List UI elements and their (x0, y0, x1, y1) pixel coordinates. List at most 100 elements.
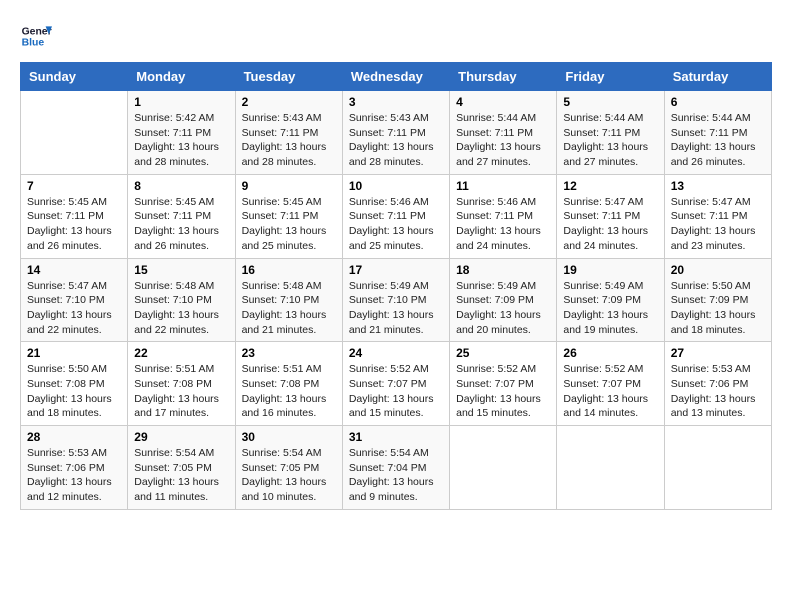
day-info: Sunrise: 5:51 AMSunset: 7:08 PMDaylight:… (134, 362, 228, 421)
day-info: Sunrise: 5:50 AMSunset: 7:09 PMDaylight:… (671, 279, 765, 338)
day-number: 31 (349, 430, 443, 444)
calendar-cell: 3Sunrise: 5:43 AMSunset: 7:11 PMDaylight… (342, 91, 449, 175)
calendar-cell: 28Sunrise: 5:53 AMSunset: 7:06 PMDayligh… (21, 426, 128, 510)
day-number: 8 (134, 179, 228, 193)
calendar-cell: 18 Sunrise: 5:49 AMSunset: 7:09 PMDayligh… (450, 258, 557, 342)
col-header-sunday: Sunday (21, 63, 128, 91)
calendar-cell: 4 Sunrise: 5:44 AMSunset: 7:11 PMDaylight… (450, 91, 557, 175)
calendar-cell: 9Sunrise: 5:45 AMSunset: 7:11 PMDaylight… (235, 174, 342, 258)
day-number: 22 (134, 346, 228, 360)
calendar-cell: 15 Sunrise: 5:48 AMSunset: 7:10 PMDayligh… (128, 258, 235, 342)
col-header-tuesday: Tuesday (235, 63, 342, 91)
calendar-cell: 17 Sunrise: 5:49 AMSunset: 7:10 PMDayligh… (342, 258, 449, 342)
day-number: 24 (349, 346, 443, 360)
day-number: 4 (456, 95, 550, 109)
calendar-cell: 21 Sunrise: 5:50 AMSunset: 7:08 PMDayligh… (21, 342, 128, 426)
calendar-cell: 16 Sunrise: 5:48 AMSunset: 7:10 PMDayligh… (235, 258, 342, 342)
calendar-cell: 10 Sunrise: 5:46 AMSunset: 7:11 PMDayligh… (342, 174, 449, 258)
calendar-cell: 22 Sunrise: 5:51 AMSunset: 7:08 PMDayligh… (128, 342, 235, 426)
day-number: 28 (27, 430, 121, 444)
calendar-cell: 29 Sunrise: 5:54 AMSunset: 7:05 PMDayligh… (128, 426, 235, 510)
col-header-saturday: Saturday (664, 63, 771, 91)
day-info: Sunrise: 5:52 AMSunset: 7:07 PMDaylight:… (456, 362, 550, 421)
calendar-cell: 8 Sunrise: 5:45 AMSunset: 7:11 PMDaylight… (128, 174, 235, 258)
day-number: 27 (671, 346, 765, 360)
day-number: 3 (349, 95, 443, 109)
day-number: 10 (349, 179, 443, 193)
day-info: Sunrise: 5:45 AMSunset: 7:11 PMDaylight:… (27, 195, 121, 254)
day-info: Sunrise: 5:54 AMSunset: 7:04 PMDaylight:… (349, 446, 443, 505)
day-number: 5 (563, 95, 657, 109)
day-info: Sunrise: 5:42 AMSunset: 7:11 PMDaylight:… (134, 111, 228, 170)
day-number: 29 (134, 430, 228, 444)
calendar-cell: 14Sunrise: 5:47 AMSunset: 7:10 PMDayligh… (21, 258, 128, 342)
calendar-cell: 31 Sunrise: 5:54 AMSunset: 7:04 PMDayligh… (342, 426, 449, 510)
calendar-cell: 12 Sunrise: 5:47 AMSunset: 7:11 PMDayligh… (557, 174, 664, 258)
col-header-thursday: Thursday (450, 63, 557, 91)
calendar-cell: 5 Sunrise: 5:44 AMSunset: 7:11 PMDaylight… (557, 91, 664, 175)
day-info: Sunrise: 5:43 AMSunset: 7:11 PMDaylight:… (242, 111, 336, 170)
day-info: Sunrise: 5:52 AMSunset: 7:07 PMDaylight:… (563, 362, 657, 421)
day-number: 14 (27, 263, 121, 277)
day-info: Sunrise: 5:48 AMSunset: 7:10 PMDaylight:… (242, 279, 336, 338)
day-info: Sunrise: 5:50 AMSunset: 7:08 PMDaylight:… (27, 362, 121, 421)
calendar-cell: 6Sunrise: 5:44 AMSunset: 7:11 PMDaylight… (664, 91, 771, 175)
day-number: 18 (456, 263, 550, 277)
calendar-cell (450, 426, 557, 510)
day-number: 30 (242, 430, 336, 444)
day-info: Sunrise: 5:49 AMSunset: 7:09 PMDaylight:… (456, 279, 550, 338)
day-info: Sunrise: 5:49 AMSunset: 7:10 PMDaylight:… (349, 279, 443, 338)
day-number: 7 (27, 179, 121, 193)
day-number: 26 (563, 346, 657, 360)
calendar-cell: 20 Sunrise: 5:50 AMSunset: 7:09 PMDayligh… (664, 258, 771, 342)
day-number: 23 (242, 346, 336, 360)
day-info: Sunrise: 5:54 AMSunset: 7:05 PMDaylight:… (242, 446, 336, 505)
day-info: Sunrise: 5:47 AMSunset: 7:11 PMDaylight:… (563, 195, 657, 254)
day-info: Sunrise: 5:54 AMSunset: 7:05 PMDaylight:… (134, 446, 228, 505)
day-number: 19 (563, 263, 657, 277)
col-header-friday: Friday (557, 63, 664, 91)
day-info: Sunrise: 5:47 AMSunset: 7:11 PMDaylight:… (671, 195, 765, 254)
day-number: 20 (671, 263, 765, 277)
day-info: Sunrise: 5:51 AMSunset: 7:08 PMDaylight:… (242, 362, 336, 421)
day-number: 12 (563, 179, 657, 193)
col-header-wednesday: Wednesday (342, 63, 449, 91)
calendar-cell: 11 Sunrise: 5:46 AMSunset: 7:11 PMDayligh… (450, 174, 557, 258)
day-info: Sunrise: 5:44 AMSunset: 7:11 PMDaylight:… (456, 111, 550, 170)
calendar-cell: 27 Sunrise: 5:53 AMSunset: 7:06 PMDayligh… (664, 342, 771, 426)
day-number: 17 (349, 263, 443, 277)
day-number: 11 (456, 179, 550, 193)
day-number: 2 (242, 95, 336, 109)
day-info: Sunrise: 5:52 AMSunset: 7:07 PMDaylight:… (349, 362, 443, 421)
calendar-cell: 25 Sunrise: 5:52 AMSunset: 7:07 PMDayligh… (450, 342, 557, 426)
day-info: Sunrise: 5:45 AMSunset: 7:11 PMDaylight:… (134, 195, 228, 254)
calendar-cell: 2 Sunrise: 5:43 AMSunset: 7:11 PMDaylight… (235, 91, 342, 175)
calendar-cell: 26 Sunrise: 5:52 AMSunset: 7:07 PMDayligh… (557, 342, 664, 426)
day-number: 1 (134, 95, 228, 109)
day-info: Sunrise: 5:46 AMSunset: 7:11 PMDaylight:… (456, 195, 550, 254)
calendar-cell (557, 426, 664, 510)
calendar-cell (664, 426, 771, 510)
day-number: 16 (242, 263, 336, 277)
calendar-cell: 24 Sunrise: 5:52 AMSunset: 7:07 PMDayligh… (342, 342, 449, 426)
day-number: 21 (27, 346, 121, 360)
calendar-cell: 1 Sunrise: 5:42 AMSunset: 7:11 PMDaylight… (128, 91, 235, 175)
calendar-cell (21, 91, 128, 175)
logo-icon: General Blue (20, 20, 52, 52)
calendar-cell: 19 Sunrise: 5:49 AMSunset: 7:09 PMDayligh… (557, 258, 664, 342)
calendar-cell: 30 Sunrise: 5:54 AMSunset: 7:05 PMDayligh… (235, 426, 342, 510)
col-header-monday: Monday (128, 63, 235, 91)
day-info: Sunrise: 5:46 AMSunset: 7:11 PMDaylight:… (349, 195, 443, 254)
day-info: Sunrise: 5:49 AMSunset: 7:09 PMDaylight:… (563, 279, 657, 338)
svg-text:Blue: Blue (22, 38, 45, 49)
day-info: Sunrise: 5:44 AMSunset: 7:11 PMDaylight:… (563, 111, 657, 170)
day-number: 9 (242, 179, 336, 193)
day-number: 6 (671, 95, 765, 109)
logo: General Blue (20, 20, 56, 52)
day-number: 15 (134, 263, 228, 277)
page-header: General Blue (20, 20, 772, 52)
day-info: Sunrise: 5:48 AMSunset: 7:10 PMDaylight:… (134, 279, 228, 338)
day-number: 25 (456, 346, 550, 360)
day-info: Sunrise: 5:53 AMSunset: 7:06 PMDaylight:… (671, 362, 765, 421)
day-number: 13 (671, 179, 765, 193)
